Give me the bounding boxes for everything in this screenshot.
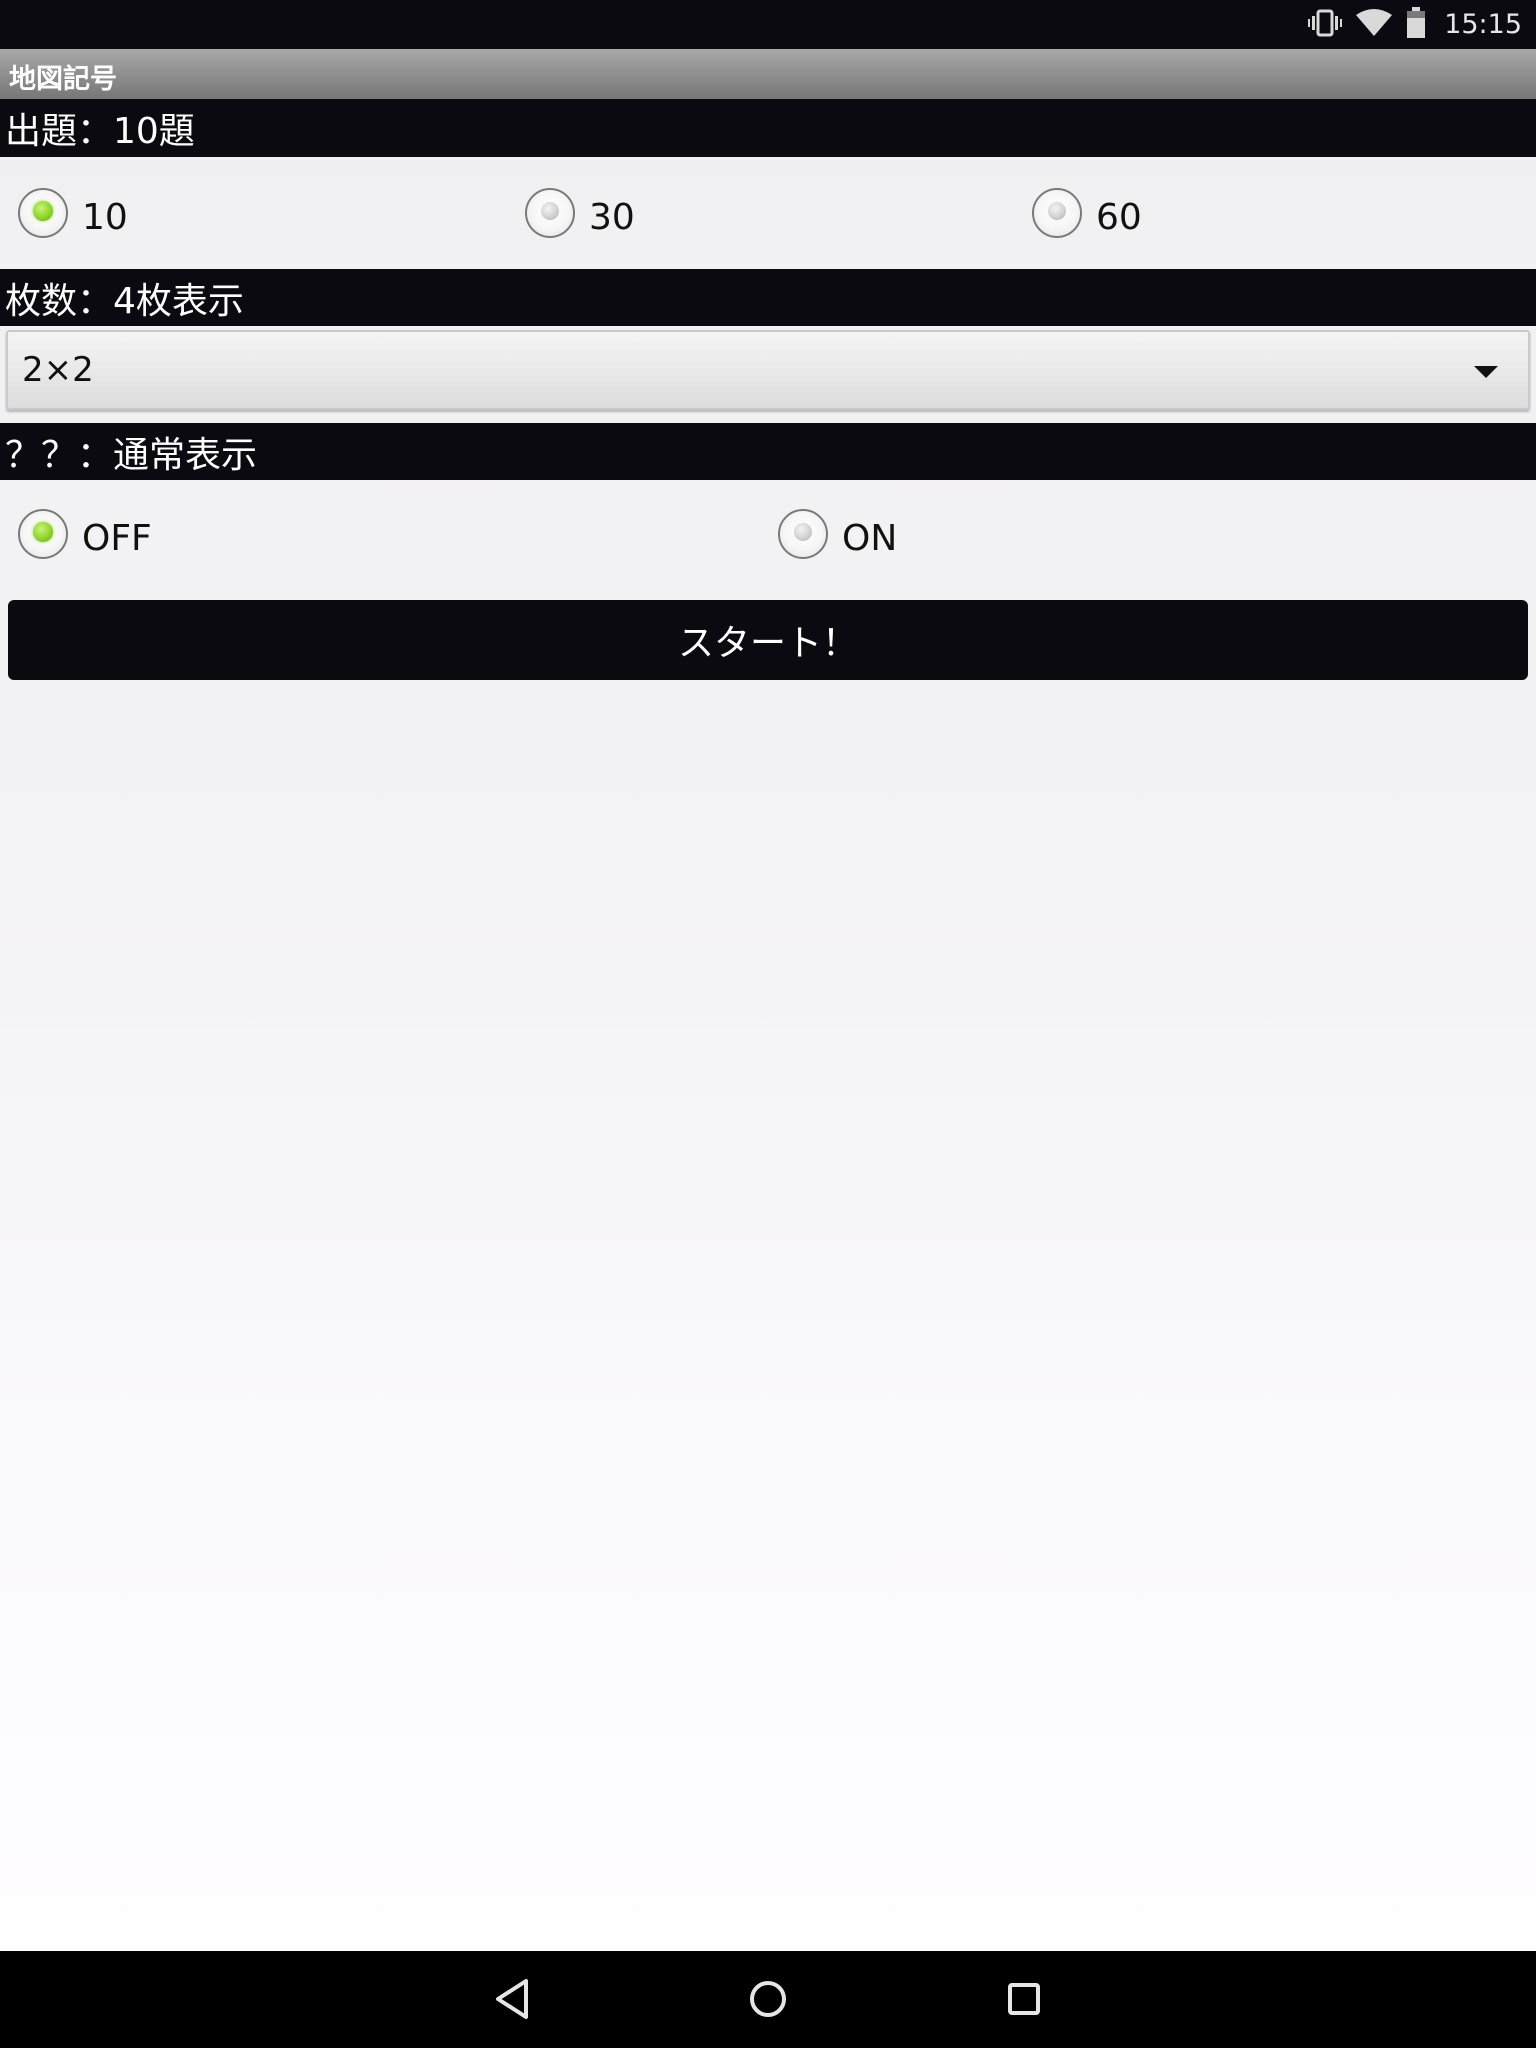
recents-icon[interactable] xyxy=(994,1969,1054,2029)
question-count-label: 出題：10題 xyxy=(5,111,195,152)
status-bar: 15:15 xyxy=(0,0,1536,49)
status-icons: 15:15 xyxy=(1308,0,1522,49)
display-mode-header: ？？：通常表示 xyxy=(0,423,1536,480)
question-count-options: 10 30 60 xyxy=(0,157,1536,269)
radio-label: 60 xyxy=(1096,196,1142,238)
vibrate-icon xyxy=(1308,8,1343,42)
dropdown-arrow-icon xyxy=(1474,366,1498,378)
radio-selected-icon[interactable] xyxy=(18,509,68,559)
radio-label: OFF xyxy=(82,517,152,559)
radio-question-30[interactable]: 30 xyxy=(525,157,635,269)
navigation-bar xyxy=(0,1951,1536,2048)
title-bar: 地図記号 xyxy=(0,49,1536,99)
app-screen: 15:15 地図記号 出題：10題 10 30 60 枚数：4枚表示 2×2 ？… xyxy=(0,0,1536,2048)
radio-label: 10 xyxy=(82,196,128,238)
battery-icon xyxy=(1406,6,1426,43)
app-title: 地図記号 xyxy=(9,64,117,95)
clock: 15:15 xyxy=(1444,9,1522,40)
radio-display-off[interactable]: OFF xyxy=(18,480,152,588)
dropdown-value: 2×2 xyxy=(22,350,94,390)
home-icon[interactable] xyxy=(738,1969,798,2029)
radio-display-on[interactable]: ON xyxy=(778,480,897,588)
display-mode-options: OFF ON xyxy=(0,480,1536,588)
radio-unselected-icon[interactable] xyxy=(1032,188,1082,238)
card-count-header: 枚数：4枚表示 xyxy=(0,269,1536,326)
radio-selected-icon[interactable] xyxy=(18,188,68,238)
radio-label: 30 xyxy=(589,196,635,238)
display-mode-label: ？？：通常表示 xyxy=(5,434,258,476)
radio-unselected-icon[interactable] xyxy=(778,509,828,559)
radio-question-60[interactable]: 60 xyxy=(1032,157,1142,269)
radio-unselected-icon[interactable] xyxy=(525,188,575,238)
radio-label: ON xyxy=(842,517,898,559)
card-layout-dropdown[interactable]: 2×2 xyxy=(6,330,1530,410)
radio-question-10[interactable]: 10 xyxy=(18,157,128,269)
card-count-label: 枚数：4枚表示 xyxy=(5,280,244,322)
question-count-header: 出題：10題 xyxy=(0,99,1536,157)
back-icon[interactable] xyxy=(482,1969,542,2029)
start-button[interactable]: スタート！ xyxy=(8,600,1528,680)
wifi-icon xyxy=(1356,8,1393,41)
